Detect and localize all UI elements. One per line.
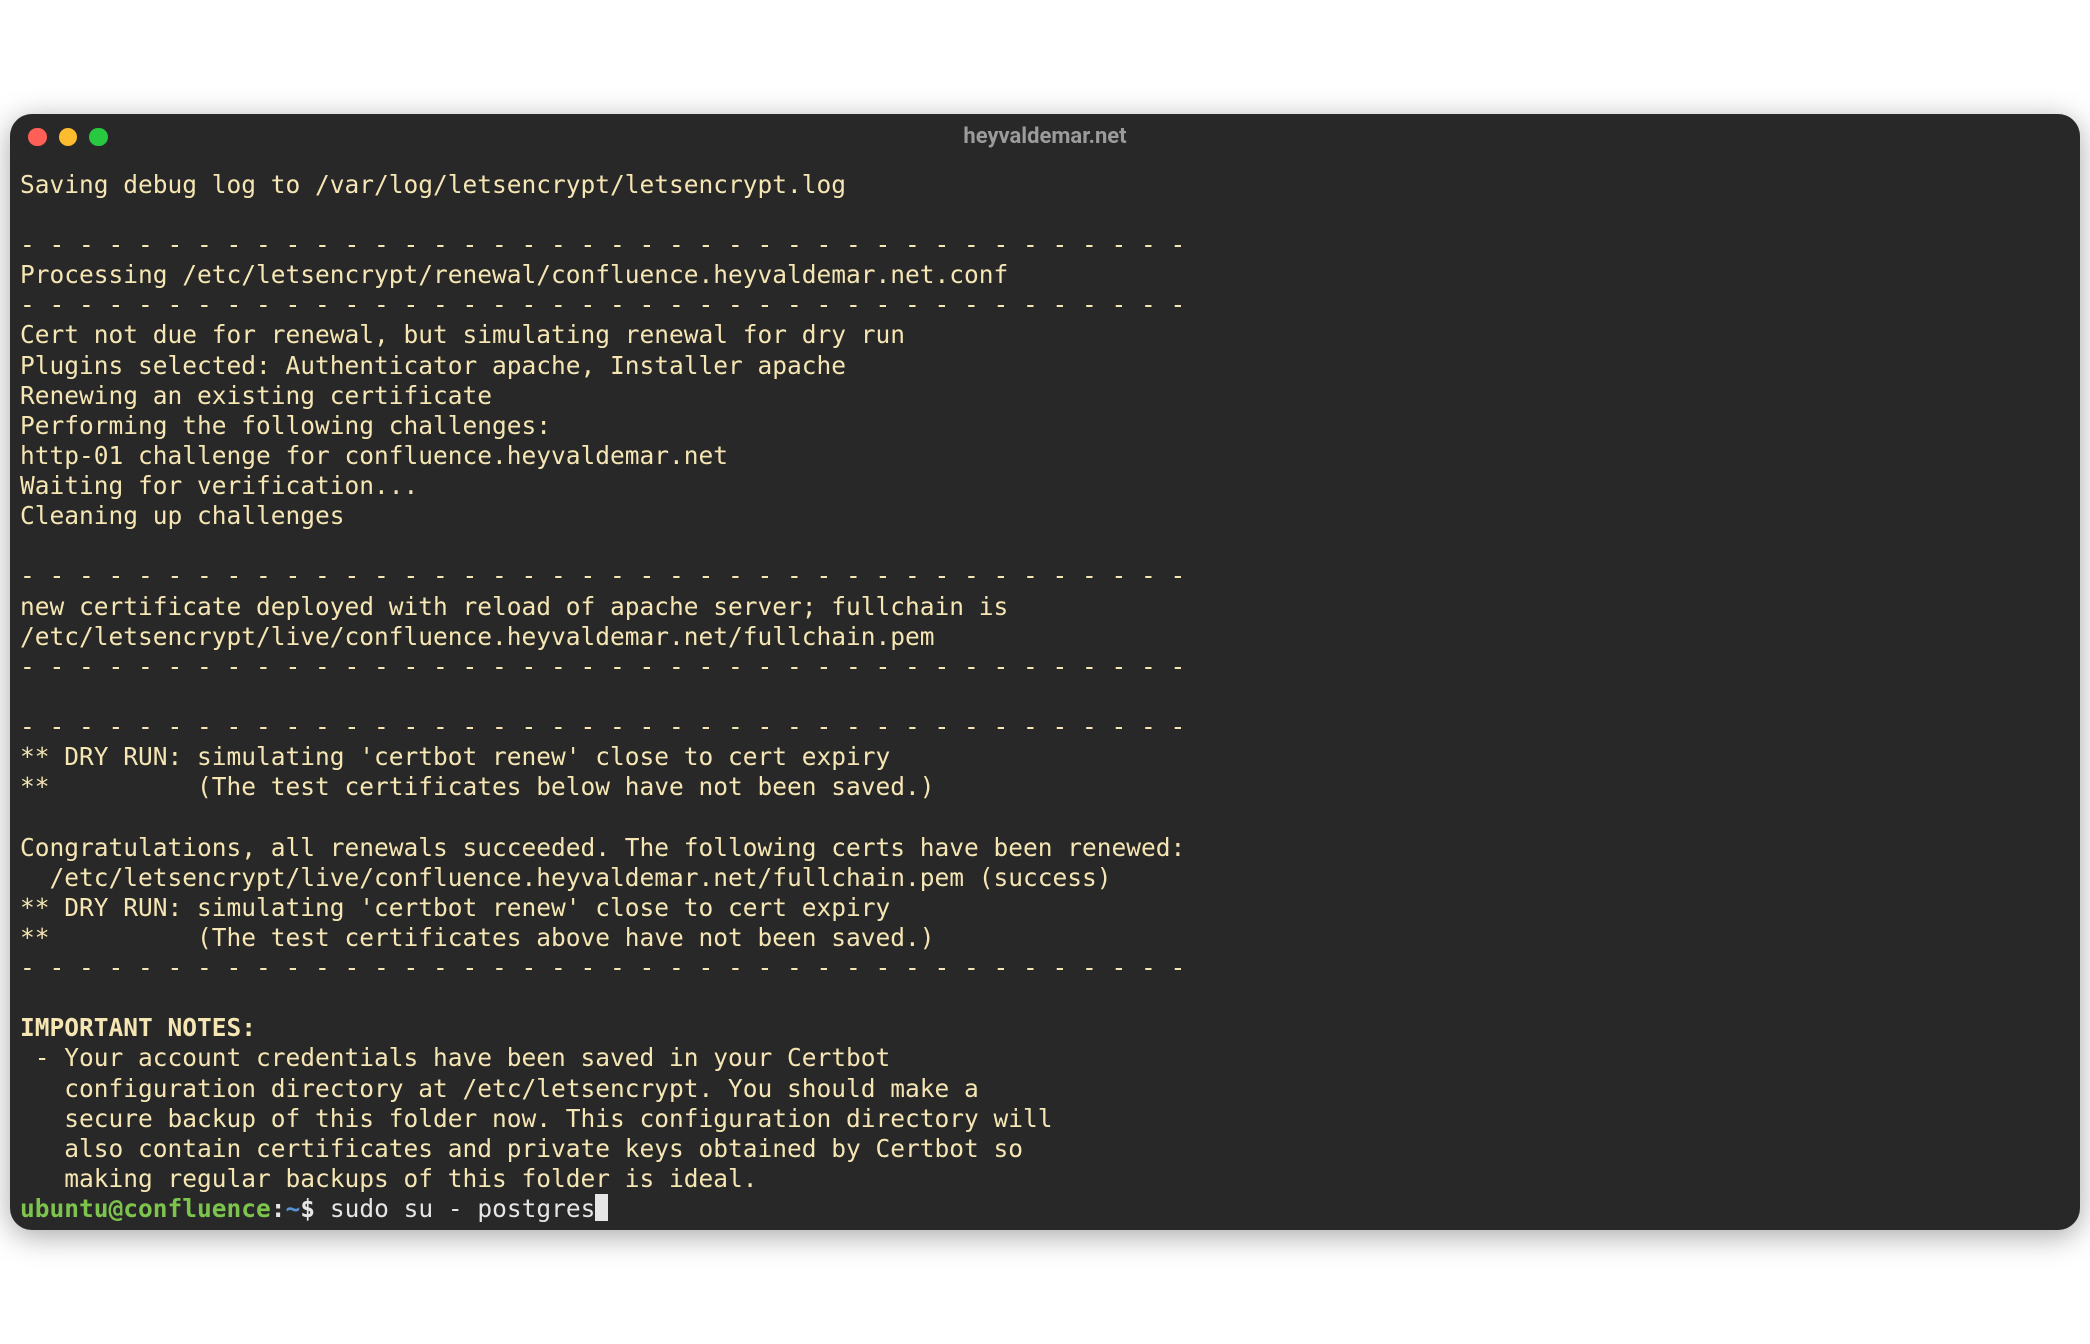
terminal-line: - - - - - - - - - - - - - - - - - - - - … bbox=[20, 953, 2070, 983]
terminal-line bbox=[20, 531, 2070, 561]
terminal-line: ** (The test certificates below have not… bbox=[20, 772, 2070, 802]
terminal-line: http-01 challenge for confluence.heyvald… bbox=[20, 441, 2070, 471]
terminal-line: ** (The test certificates above have not… bbox=[20, 923, 2070, 953]
terminal-line: Saving debug log to /var/log/letsencrypt… bbox=[20, 170, 2070, 200]
close-icon[interactable] bbox=[28, 128, 47, 147]
terminal-line: IMPORTANT NOTES: bbox=[20, 1013, 2070, 1043]
prompt-symbol: $ bbox=[300, 1194, 315, 1223]
terminal-window: heyvaldemar.net Saving debug log to /var… bbox=[10, 114, 2080, 1230]
terminal-line: /etc/letsencrypt/live/confluence.heyvald… bbox=[20, 863, 2070, 893]
terminal-line: - - - - - - - - - - - - - - - - - - - - … bbox=[20, 652, 2070, 682]
prompt-cwd: ~ bbox=[286, 1194, 301, 1223]
prompt-line[interactable]: ubuntu@confluence:~$ sudo su - postgres bbox=[20, 1194, 2070, 1224]
terminal-line: new certificate deployed with reload of … bbox=[20, 592, 2070, 622]
terminal-line: - - - - - - - - - - - - - - - - - - - - … bbox=[20, 712, 2070, 742]
terminal-line: Waiting for verification... bbox=[20, 471, 2070, 501]
cursor-icon bbox=[595, 1194, 608, 1221]
terminal-line: also contain certificates and private ke… bbox=[20, 1134, 2070, 1164]
prompt-colon: : bbox=[271, 1194, 286, 1223]
prompt-user-host: ubuntu@confluence bbox=[20, 1194, 271, 1223]
terminal-line bbox=[20, 682, 2070, 712]
terminal-line: /etc/letsencrypt/live/confluence.heyvald… bbox=[20, 622, 2070, 652]
terminal-line: Performing the following challenges: bbox=[20, 411, 2070, 441]
terminal-line: - - - - - - - - - - - - - - - - - - - - … bbox=[20, 290, 2070, 320]
terminal-line: Congratulations, all renewals succeeded.… bbox=[20, 833, 2070, 863]
terminal-line: secure backup of this folder now. This c… bbox=[20, 1104, 2070, 1134]
terminal-line: Renewing an existing certificate bbox=[20, 381, 2070, 411]
titlebar: heyvaldemar.net bbox=[10, 114, 2080, 160]
terminal-line: - - - - - - - - - - - - - - - - - - - - … bbox=[20, 230, 2070, 260]
terminal-body[interactable]: Saving debug log to /var/log/letsencrypt… bbox=[10, 160, 2080, 1224]
minimize-icon[interactable] bbox=[59, 128, 78, 147]
terminal-line: - - - - - - - - - - - - - - - - - - - - … bbox=[20, 561, 2070, 591]
terminal-line: ** DRY RUN: simulating 'certbot renew' c… bbox=[20, 742, 2070, 772]
terminal-line: ** DRY RUN: simulating 'certbot renew' c… bbox=[20, 893, 2070, 923]
terminal-line: Processing /etc/letsencrypt/renewal/conf… bbox=[20, 260, 2070, 290]
terminal-line: Plugins selected: Authenticator apache, … bbox=[20, 351, 2070, 381]
terminal-line: - Your account credentials have been sav… bbox=[20, 1043, 2070, 1073]
maximize-icon[interactable] bbox=[89, 128, 108, 147]
window-title: heyvaldemar.net bbox=[10, 124, 2080, 149]
terminal-line: Cleaning up challenges bbox=[20, 501, 2070, 531]
terminal-line bbox=[20, 983, 2070, 1013]
terminal-line bbox=[20, 200, 2070, 230]
terminal-line bbox=[20, 802, 2070, 832]
terminal-line: configuration directory at /etc/letsencr… bbox=[20, 1074, 2070, 1104]
command-input[interactable]: sudo su - postgres bbox=[315, 1194, 595, 1223]
terminal-line: Cert not due for renewal, but simulating… bbox=[20, 320, 2070, 350]
terminal-line: making regular backups of this folder is… bbox=[20, 1164, 2070, 1194]
window-controls bbox=[28, 128, 108, 147]
